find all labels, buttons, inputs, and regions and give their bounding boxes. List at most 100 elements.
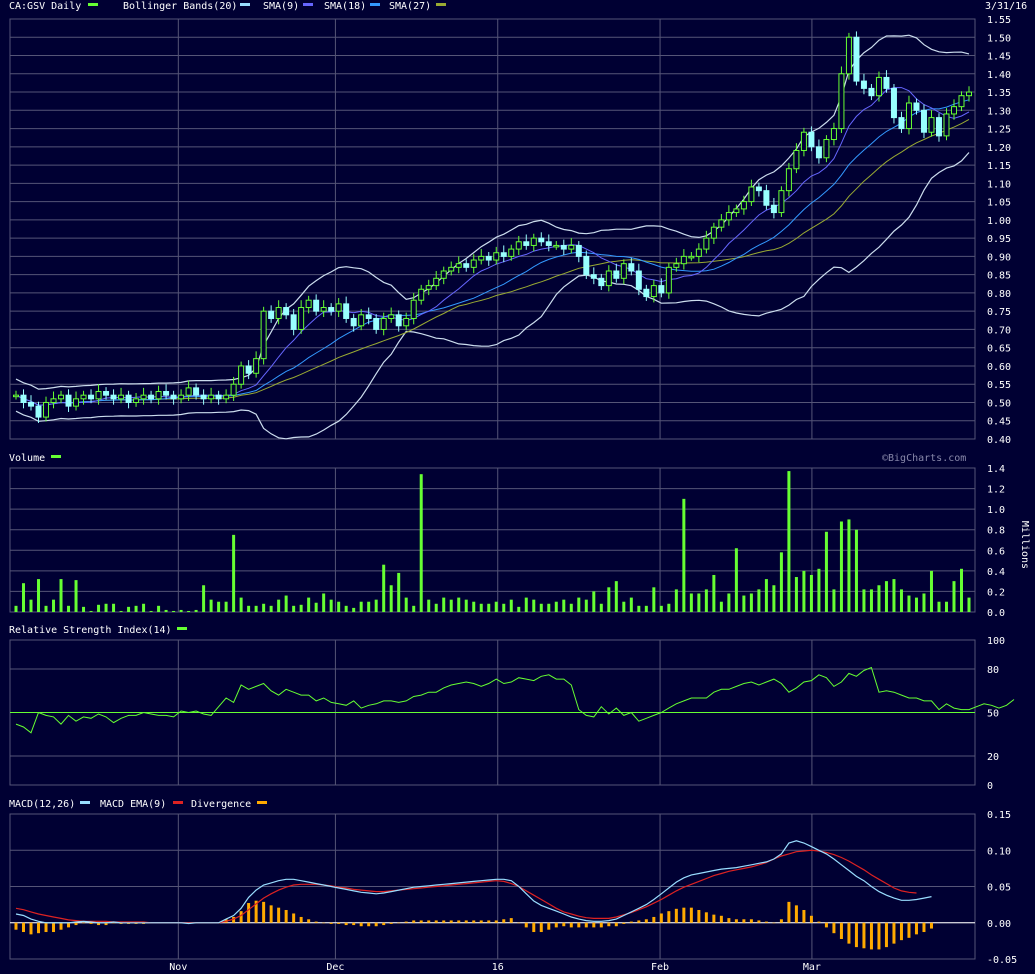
y-tick-label: 0.80	[987, 289, 1011, 300]
candle-body	[13, 394, 19, 398]
candle-body	[800, 131, 807, 151]
volume-bar	[449, 599, 453, 612]
volume-bar	[952, 581, 956, 612]
candle-body	[553, 244, 560, 248]
candle-body	[898, 117, 905, 130]
volume-bar	[584, 599, 588, 612]
volume-bar	[539, 603, 543, 612]
candle-body	[440, 270, 447, 279]
volume-bar	[599, 603, 603, 612]
volume-bar	[862, 589, 866, 612]
candle	[778, 186, 785, 217]
candle-body	[883, 76, 890, 89]
candle-body	[350, 317, 357, 327]
volume-bar	[157, 605, 161, 612]
candle-body	[785, 168, 792, 192]
volume-bar	[839, 521, 843, 612]
candle-body	[103, 391, 110, 396]
divergence-bar	[907, 922, 911, 938]
divergence-bar	[524, 922, 528, 928]
volume-bar	[329, 599, 333, 612]
macd-legend-macd-swatch	[80, 801, 90, 804]
y-tick-label: 0.55	[987, 380, 1011, 391]
stock-chart: CA:GSV Daily Bollinger Bands(20) SMA(9) …	[0, 0, 1035, 974]
y-tick-label: 1.40	[987, 70, 1011, 81]
volume-bar	[517, 606, 521, 612]
candle-body	[673, 263, 680, 268]
y-tick-label: 20	[987, 752, 999, 763]
volume-bar	[187, 610, 191, 612]
candle-body	[403, 317, 410, 327]
divergence-bar	[869, 922, 873, 950]
volume-bar	[404, 597, 408, 612]
volume-bar	[487, 603, 491, 612]
candle-body	[853, 36, 860, 82]
volume-bar	[292, 605, 296, 612]
watermark: ©BigCharts.com	[882, 453, 966, 464]
volume-bar	[869, 589, 873, 612]
candle-body	[275, 307, 282, 319]
candle-body	[380, 317, 387, 330]
y-tick-label: 0.95	[987, 234, 1011, 245]
candle-body	[208, 394, 215, 400]
candle-body	[530, 237, 537, 246]
volume-bar	[464, 599, 468, 612]
divergence-bar	[809, 915, 813, 923]
y-tick-label: 50	[987, 709, 999, 720]
candle-body	[695, 248, 702, 257]
volume-bar	[854, 529, 858, 612]
volume-bar	[419, 474, 423, 612]
candle-body	[230, 383, 237, 396]
divergence-bar	[569, 922, 573, 928]
volume-bar	[562, 599, 566, 612]
x-tick-label: Dec	[326, 962, 344, 973]
y-tick-label: 1.30	[987, 106, 1011, 117]
volume-bar	[134, 605, 138, 612]
divergence-bar	[247, 903, 251, 923]
y-tick-label: 0.6	[987, 546, 1005, 557]
y-tick-label: 1.10	[987, 179, 1011, 190]
volume-bar	[532, 599, 536, 612]
volume-bar	[194, 609, 198, 612]
divergence-bar	[112, 922, 116, 924]
y-tick-label: 1.05	[987, 198, 1011, 209]
volume-bar	[817, 568, 821, 612]
volume-bar	[809, 574, 813, 612]
candle	[823, 135, 830, 163]
date-label: 3/31/16	[985, 1, 1027, 12]
legend-sma9-swatch	[303, 3, 313, 6]
candle-body	[958, 95, 965, 108]
candle-body	[943, 113, 950, 137]
candle-body	[290, 314, 297, 330]
divergence-bar	[449, 920, 453, 923]
volume-bar	[277, 599, 281, 612]
candle-body	[778, 190, 785, 214]
y-tick-label: 0.8	[987, 526, 1005, 537]
candle-body	[710, 226, 717, 239]
volume-bar	[877, 585, 881, 612]
divergence-bar	[14, 922, 18, 930]
divergence-bar	[629, 921, 633, 923]
candle-body	[500, 252, 507, 257]
legend-sma27-label: SMA(27)	[389, 1, 431, 12]
volume-bar	[202, 585, 206, 612]
divergence-bar	[802, 909, 806, 923]
candle-body	[35, 405, 42, 418]
candle-body	[718, 219, 725, 228]
candle-body	[613, 270, 620, 279]
y-tick-label: 1.0	[987, 505, 1005, 516]
volume-bar	[689, 593, 693, 612]
candle-body	[185, 387, 192, 396]
candle-body	[223, 394, 230, 400]
candle-body	[628, 263, 635, 272]
y-tick-label: 0.05	[987, 883, 1011, 894]
volume-bar	[337, 601, 341, 612]
divergence-bar	[457, 920, 461, 923]
volume-bar	[847, 519, 851, 612]
candle-body	[433, 277, 440, 287]
y-tick-label: 0.90	[987, 252, 1011, 263]
divergence-bar	[322, 922, 326, 924]
candle-body	[125, 394, 132, 403]
divergence-bar	[554, 922, 558, 928]
candle-body	[178, 394, 185, 400]
